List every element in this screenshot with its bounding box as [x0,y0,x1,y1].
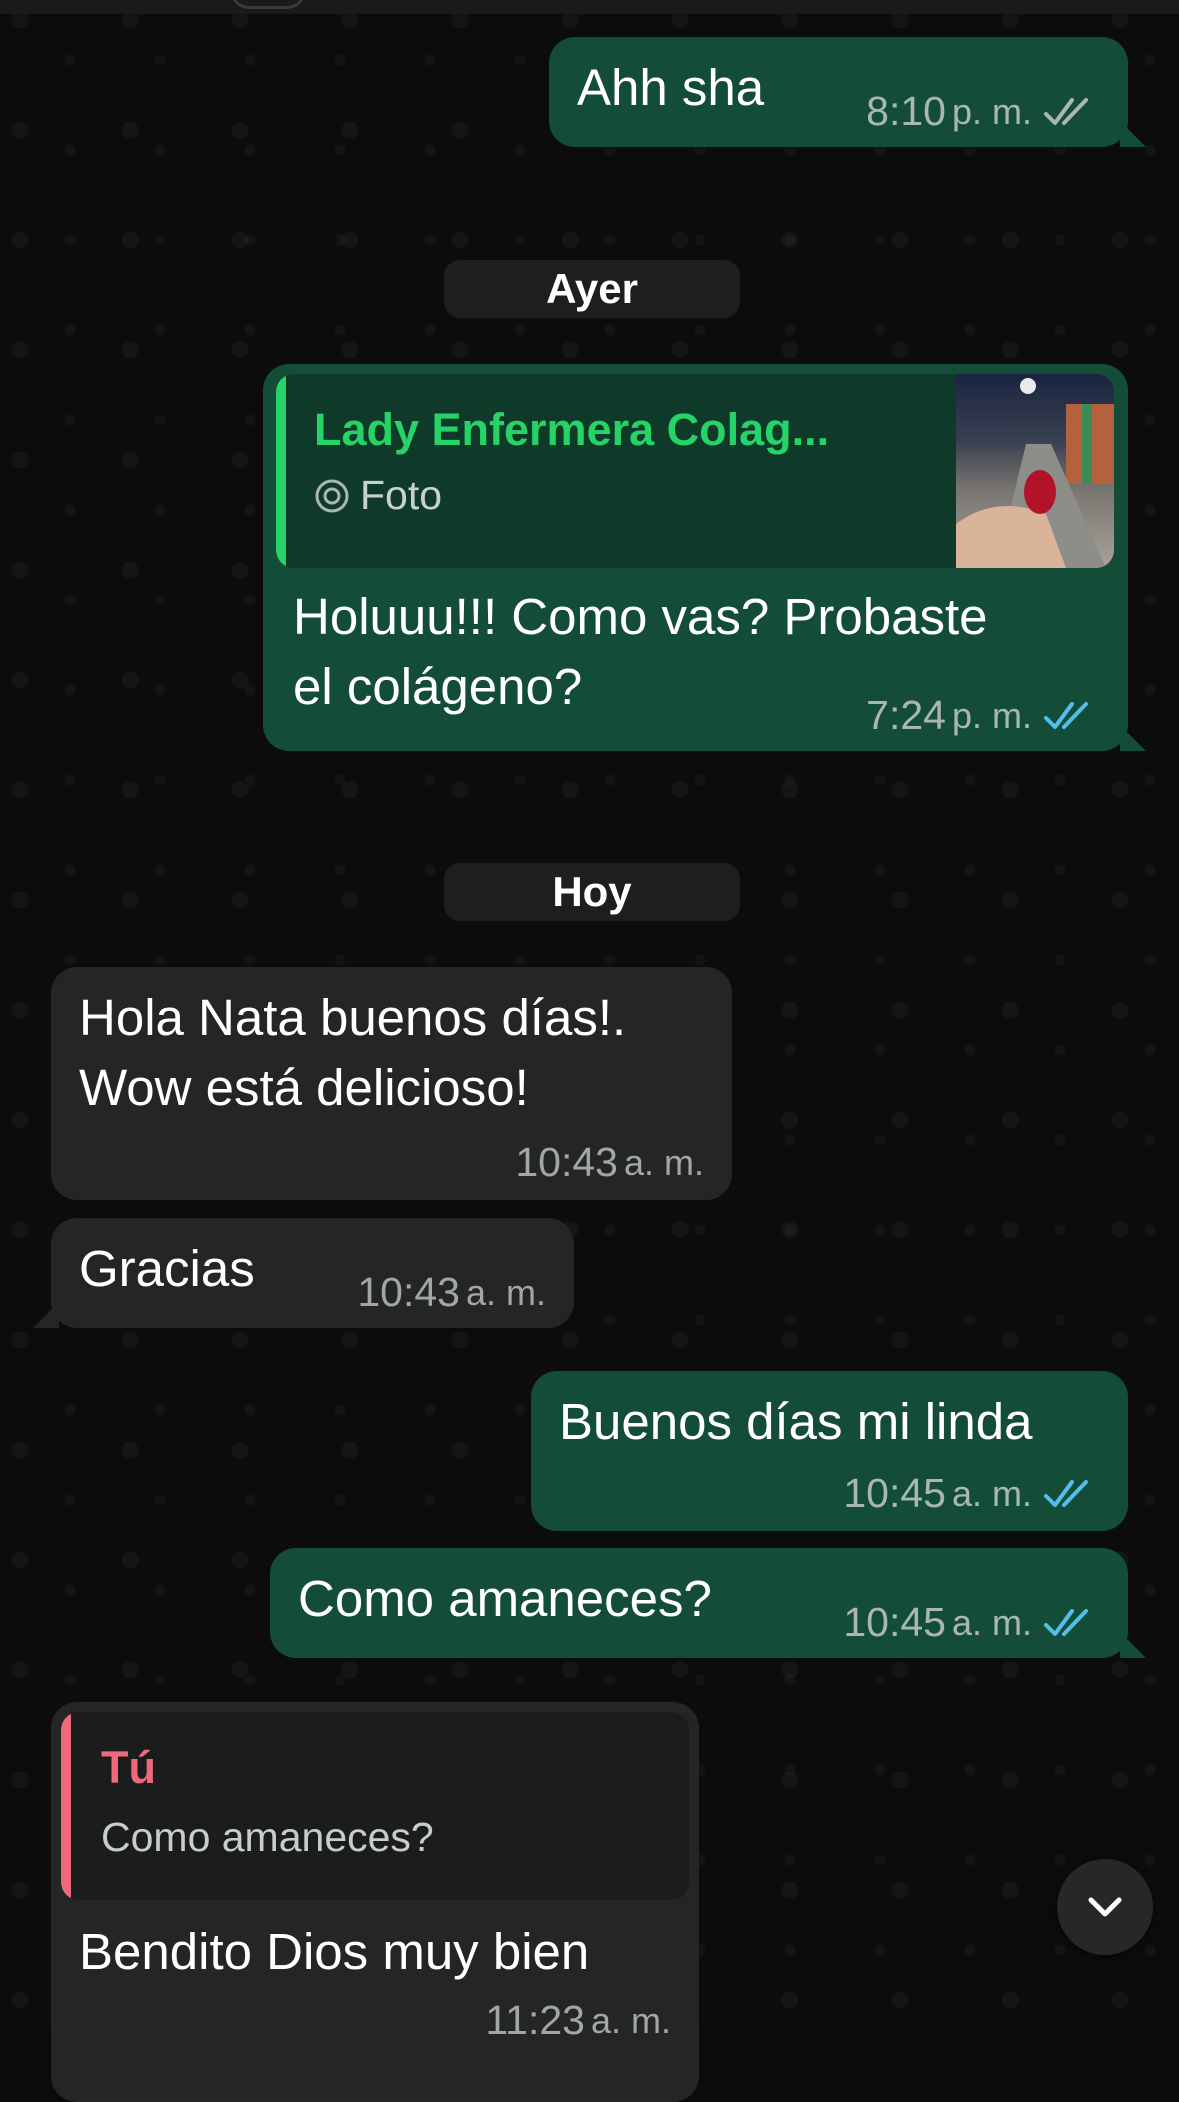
message-time: 7:24 [866,692,946,738]
message-incoming[interactable]: Hola Nata buenos días!. Wow está delicio… [51,967,732,1200]
message-meta: 8:10 p. m. [866,88,1100,135]
message-meta: 10:43 a. m. [515,1139,704,1186]
message-ampm: a. m. [465,1271,546,1313]
top-handle [230,0,306,9]
message-text: Buenos días mi linda [559,1393,1033,1450]
message-time: 10:45 [843,1599,946,1645]
quote-type: Foto [360,472,443,518]
message-time: 11:23 [485,1997,585,2043]
message-text: Ahh sha [577,59,765,116]
photo-thumbnail-art [956,378,1114,568]
message-time: 10:45 [843,1470,946,1516]
message-ampm: a. m. [623,1141,704,1183]
message-ampm: a. m. [590,1999,671,2041]
date-label: Ayer [546,265,638,312]
message-outgoing[interactable]: Buenos días mi linda 10:45 a. m. [531,1371,1128,1531]
message-ampm: a. m. [951,1601,1032,1643]
message-ampm: a. m. [951,1472,1032,1514]
scroll-to-bottom-button[interactable] [1057,1859,1153,1955]
message-time: 10:43 [357,1269,460,1315]
quote-author: Lady Enfermera Colag... [314,404,830,455]
double-check-icon [1044,1479,1088,1507]
top-bar [0,0,1179,14]
message-incoming-reply[interactable]: Tú Como amaneces? Bendito Dios muy bien … [51,1702,699,2102]
quote-text: Como amaneces? [101,1814,434,1860]
message-meta: 10:45 a. m. [843,1470,1100,1517]
quoted-message[interactable]: Lady Enfermera Colag... Foto [276,374,1114,568]
camera-icon [314,478,350,514]
quote-author: Tú [101,1742,156,1793]
message-outgoing[interactable]: Como amaneces? 10:45 a. m. [270,1548,1146,1658]
date-separator-today: Hoy [444,863,740,921]
message-incoming[interactable]: Gracias 10:43 a. m. [33,1218,574,1328]
quote-accent-bar [276,374,286,568]
message-text: Como amaneces? [298,1570,712,1627]
message-outgoing[interactable]: Ahh sha 8:10 p. m. [549,37,1146,147]
message-text-line1: Hola Nata buenos días!. [79,989,627,1046]
message-outgoing-reply[interactable]: Lady Enfermera Colag... Foto Holuuu!!! C… [263,364,1146,751]
chevron-down-icon [1088,1897,1122,1917]
message-text: Gracias [79,1240,255,1297]
double-check-icon [1044,97,1088,125]
message-text-line2: el colágeno? [293,658,583,715]
photo-thumbnail[interactable] [956,374,1114,568]
message-ampm: p. m. [951,90,1032,132]
message-meta: 11:23 a. m. [485,1997,671,2044]
message-text-line1: Holuuu!!! Como vas? Probaste [293,588,988,645]
message-time: 10:43 [515,1139,618,1185]
date-separator-yesterday: Ayer [444,260,740,318]
double-check-icon [1044,1608,1088,1636]
message-text-line2: Wow está delicioso! [79,1059,529,1116]
quote-accent-bar [61,1712,71,1900]
message-text: Bendito Dios muy bien [79,1923,590,1980]
double-check-icon [1044,701,1088,729]
quoted-message[interactable]: Tú Como amaneces? [61,1712,689,1900]
message-meta: 10:45 a. m. [843,1599,1100,1646]
message-meta: 7:24 p. m. [866,692,1100,739]
message-time: 8:10 [866,88,946,134]
date-label: Hoy [552,868,632,915]
message-meta: 10:43 a. m. [357,1269,546,1316]
message-ampm: p. m. [951,694,1032,736]
